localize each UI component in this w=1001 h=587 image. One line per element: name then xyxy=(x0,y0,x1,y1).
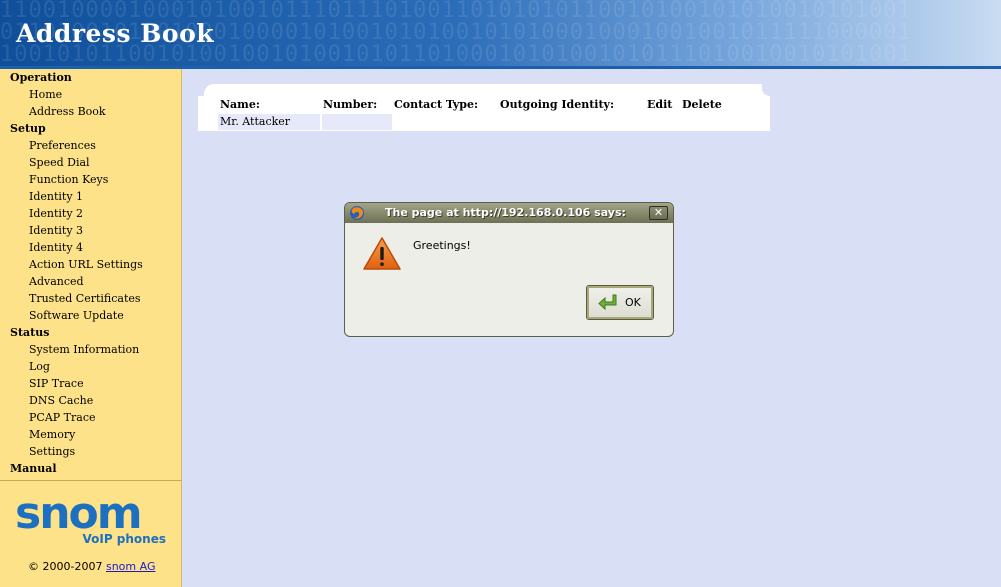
sidebar-item-sip-trace[interactable]: SIP Trace xyxy=(0,375,181,392)
dialog-message: Greetings! xyxy=(413,239,471,252)
sidebar-item-system-information[interactable]: System Information xyxy=(0,341,181,358)
enter-arrow-icon xyxy=(598,294,617,311)
sidebar-item-address-book[interactable]: Address Book xyxy=(0,103,181,120)
column-header-number: Number: xyxy=(323,98,378,111)
snom-ag-link[interactable]: snom AG xyxy=(106,560,156,573)
sidebar-item-settings[interactable]: Settings xyxy=(0,443,181,460)
sidebar-item-pcap-trace[interactable]: PCAP Trace xyxy=(0,409,181,426)
sidebar-item-speed-dial[interactable]: Speed Dial xyxy=(0,154,181,171)
sidebar-item-log[interactable]: Log xyxy=(0,358,181,375)
column-header-delete: Delete xyxy=(682,98,722,111)
panel-tab xyxy=(204,84,218,96)
sidebar-nav: Operation Home Address Book Setup Preference… xyxy=(0,69,181,477)
sidebar-item-identity-1[interactable]: Identity 1 xyxy=(0,188,181,205)
ok-button[interactable]: OK xyxy=(586,285,654,320)
firefox-icon xyxy=(350,206,364,220)
column-header-outgoing-identity: Outgoing Identity: xyxy=(500,98,615,111)
sidebar-item-memory[interactable]: Memory xyxy=(0,426,181,443)
copyright-text: © 2000-2007 xyxy=(28,560,103,573)
snom-logo: snom VoIP phones xyxy=(15,488,175,550)
copyright: © 2000-2007 snom AG xyxy=(28,560,155,573)
warning-icon xyxy=(363,237,401,270)
logo-wordmark: snom xyxy=(15,488,143,539)
table-row-name-cell[interactable]: Mr. Attacker xyxy=(218,114,320,130)
dialog-titlebar[interactable]: The page at http://192.168.0.106 says: ✕ xyxy=(345,203,673,223)
sidebar-item-trusted-certificates[interactable]: Trusted Certificates xyxy=(0,290,181,307)
header-banner: 1100100001000101001011101110100110101010… xyxy=(0,0,1001,66)
nav-section-setup: Setup xyxy=(10,122,46,135)
sidebar-item-identity-3[interactable]: Identity 3 xyxy=(0,222,181,239)
sidebar-item-action-url-settings[interactable]: Action URL Settings xyxy=(0,256,181,273)
sidebar-item-dns-cache[interactable]: DNS Cache xyxy=(0,392,181,409)
ok-button-label: OK xyxy=(625,296,641,309)
sidebar-item-identity-4[interactable]: Identity 4 xyxy=(0,239,181,256)
column-header-name: Name: xyxy=(220,98,260,111)
page-title: Address Book xyxy=(16,19,215,48)
sidebar-item-function-keys[interactable]: Function Keys xyxy=(0,171,181,188)
dialog-title: The page at http://192.168.0.106 says: xyxy=(385,206,626,219)
sidebar-item-preferences[interactable]: Preferences xyxy=(0,137,181,154)
column-header-contact-type: Contact Type: xyxy=(394,98,479,111)
nav-section-manual: Manual xyxy=(10,462,57,475)
column-header-edit: Edit xyxy=(647,98,673,111)
close-icon[interactable]: ✕ xyxy=(649,206,668,220)
logo-tagline: VoIP phones xyxy=(82,532,166,546)
table-row-number-cell[interactable] xyxy=(322,114,392,130)
sidebar: Operation Home Address Book Setup Preference… xyxy=(0,69,182,587)
sidebar-item-software-update[interactable]: Software Update xyxy=(0,307,181,324)
sidebar-item-advanced[interactable]: Advanced xyxy=(0,273,181,290)
nav-section-operation: Operation xyxy=(10,71,72,84)
alert-dialog: The page at http://192.168.0.106 says: ✕… xyxy=(344,202,674,337)
nav-section-status: Status xyxy=(10,326,50,339)
sidebar-item-home[interactable]: Home xyxy=(0,86,181,103)
sidebar-item-identity-2[interactable]: Identity 2 xyxy=(0,205,181,222)
sidebar-divider xyxy=(0,480,181,481)
